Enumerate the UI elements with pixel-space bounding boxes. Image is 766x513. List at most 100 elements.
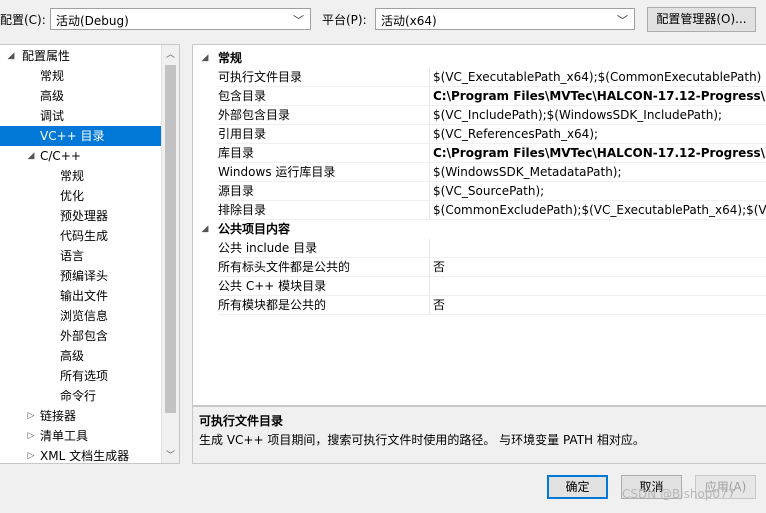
property-value[interactable]: $(VC_ReferencesPath_x64); — [433, 125, 766, 144]
tree-item[interactable]: 外部包含 — [0, 326, 161, 346]
tree-scrollbar[interactable]: ︿ ﹀ — [161, 45, 179, 463]
property-name: 所有标头文件都是公共的 — [218, 260, 351, 274]
description-title: 可执行文件目录 — [199, 414, 284, 428]
property-value[interactable]: $(VC_ExecutablePath_x64);$(CommonExecuta… — [433, 68, 766, 87]
column-divider[interactable] — [429, 125, 430, 144]
column-divider[interactable] — [429, 258, 430, 277]
tree-item[interactable]: ▷ 清单工具 — [0, 426, 161, 446]
property-name: 包含目录 — [218, 89, 267, 103]
property-name: 源目录 — [218, 184, 255, 198]
tree-item-label: 常规 — [40, 69, 65, 83]
tree-item[interactable]: 预编译头 — [0, 266, 161, 286]
column-divider[interactable] — [429, 87, 430, 106]
property-value[interactable]: $(VC_SourcePath); — [433, 182, 766, 201]
property-grid: ◢ 常规可执行文件目录 $(VC_ExecutablePath_x64);$(Com… — [192, 44, 766, 406]
platform-label: 平台(P): — [322, 13, 367, 27]
property-row[interactable]: 可执行文件目录 $(VC_ExecutablePath_x64);$(Common… — [193, 68, 766, 87]
scroll-down-icon[interactable]: ﹀ — [162, 448, 179, 461]
column-divider[interactable] — [429, 182, 430, 201]
tree-item[interactable]: ▷ XML 文档生成器 — [0, 446, 161, 463]
property-value[interactable]: 否 — [433, 258, 766, 277]
property-row[interactable]: 所有标头文件都是公共的 否 — [193, 258, 766, 277]
property-row[interactable]: 包含目录 C:\Program Files\MVTec\HALCON-17.12-… — [193, 87, 766, 106]
chevron-down-icon: ﹀ — [617, 14, 628, 27]
property-value[interactable]: C:\Program Files\MVTec\HALCON-17.12-Prog… — [433, 144, 766, 163]
property-tree[interactable]: ◢ 配置属性 常规 高级 调试 VC++ 目录 ◢ C/C++ 常规 优化 预处理器 代码生成 语言 预编… — [0, 44, 180, 464]
tree-item[interactable]: 高级 — [0, 86, 161, 106]
tree-item[interactable]: 预处理器 — [0, 206, 161, 226]
property-value[interactable]: $(VC_IncludePath);$(WindowsSDK_IncludePa… — [433, 106, 766, 125]
tree-item[interactable]: 代码生成 — [0, 226, 161, 246]
expanded-icon[interactable]: ◢ — [200, 220, 210, 239]
property-name: 可执行文件目录 — [218, 70, 303, 84]
expanded-icon[interactable]: ◢ — [6, 46, 16, 66]
property-row[interactable]: 公共 C++ 模块目录 — [193, 277, 766, 296]
collapsed-icon[interactable]: ▷ — [26, 406, 36, 426]
tree-item-label: 命令行 — [60, 389, 97, 403]
property-value[interactable]: 否 — [433, 296, 766, 315]
tree-item[interactable]: 调试 — [0, 106, 161, 126]
tree-item-label: 清单工具 — [40, 429, 89, 443]
property-name: 公共 include 目录 — [218, 241, 318, 255]
tree-item-label: 输出文件 — [60, 289, 109, 303]
property-name: 外部包含目录 — [218, 108, 291, 122]
tree-item-label: 预编译头 — [60, 269, 109, 283]
property-row[interactable]: 库目录 C:\Program Files\MVTec\HALCON-17.12-P… — [193, 144, 766, 163]
tree-item[interactable]: ◢ 配置属性 — [0, 46, 161, 66]
tree-item[interactable]: 命令行 — [0, 386, 161, 406]
tree-item[interactable]: 输出文件 — [0, 286, 161, 306]
category-name: 常规 — [218, 51, 243, 65]
collapsed-icon[interactable]: ▷ — [26, 446, 36, 463]
config-manager-button[interactable]: 配置管理器(O)... — [647, 7, 756, 32]
property-row[interactable]: 引用目录 $(VC_ReferencesPath_x64); — [193, 125, 766, 144]
column-divider[interactable] — [429, 239, 430, 258]
property-row[interactable]: 源目录 $(VC_SourcePath); — [193, 182, 766, 201]
tree-item[interactable]: 优化 — [0, 186, 161, 206]
category-row[interactable]: ◢ 常规 — [193, 49, 766, 68]
tree-item[interactable]: 所有选项 — [0, 366, 161, 386]
collapsed-icon[interactable]: ▷ — [26, 426, 36, 446]
property-value[interactable]: $(CommonExcludePath);$(VC_ExecutablePath… — [433, 201, 766, 220]
column-divider[interactable] — [429, 106, 430, 125]
column-divider[interactable] — [429, 201, 430, 220]
scrollbar-thumb[interactable] — [165, 65, 176, 413]
tree-item[interactable]: ▷ 链接器 — [0, 406, 161, 426]
tree-item[interactable]: 常规 — [0, 166, 161, 186]
expanded-icon[interactable]: ◢ — [26, 146, 36, 166]
configuration-label: 配置(C): — [0, 13, 46, 27]
property-name: Windows 运行库目录 — [218, 165, 336, 179]
property-row[interactable]: 排除目录 $(CommonExcludePath);$(VC_Executable… — [193, 201, 766, 220]
column-divider[interactable] — [429, 277, 430, 296]
tree-item[interactable]: VC++ 目录 — [0, 126, 161, 146]
property-row[interactable]: 外部包含目录 $(VC_IncludePath);$(WindowsSDK_Inc… — [193, 106, 766, 125]
scroll-up-icon[interactable]: ︿ — [162, 47, 179, 60]
tree-item-label: 浏览信息 — [60, 309, 109, 323]
column-divider[interactable] — [429, 144, 430, 163]
tree-item[interactable]: 高级 — [0, 346, 161, 366]
property-value[interactable]: $(WindowsSDK_MetadataPath); — [433, 163, 766, 182]
property-value[interactable]: C:\Program Files\MVTec\HALCON-17.12-Prog… — [433, 87, 766, 106]
column-divider[interactable] — [429, 68, 430, 87]
property-row[interactable]: 公共 include 目录 — [193, 239, 766, 258]
column-divider[interactable] — [429, 296, 430, 315]
property-row[interactable]: 所有模块都是公共的 否 — [193, 296, 766, 315]
column-divider[interactable] — [429, 163, 430, 182]
watermark: CSDN @Bishop077 — [622, 487, 736, 501]
tree-item-label: VC++ 目录 — [40, 129, 105, 143]
category-row[interactable]: ◢ 公共项目内容 — [193, 220, 766, 239]
tree-item-label: 语言 — [60, 249, 85, 263]
tree-item-label: 所有选项 — [60, 369, 109, 383]
tree-item[interactable]: ◢ C/C++ — [0, 146, 161, 166]
property-row[interactable]: Windows 运行库目录 $(WindowsSDK_MetadataPath); — [193, 163, 766, 182]
expanded-icon[interactable]: ◢ — [200, 49, 210, 68]
tree-item[interactable]: 常规 — [0, 66, 161, 86]
tree-item-label: 外部包含 — [60, 329, 109, 343]
property-name: 所有模块都是公共的 — [218, 298, 327, 312]
tree-item[interactable]: 语言 — [0, 246, 161, 266]
platform-dropdown[interactable]: 活动(x64) ﹀ — [375, 8, 635, 30]
tree-item-label: 高级 — [60, 349, 85, 363]
tree-item-label: 配置属性 — [22, 49, 71, 63]
tree-item[interactable]: 浏览信息 — [0, 306, 161, 326]
configuration-dropdown[interactable]: 活动(Debug) ﹀ — [50, 8, 311, 30]
ok-button[interactable]: 确定 — [547, 475, 608, 499]
